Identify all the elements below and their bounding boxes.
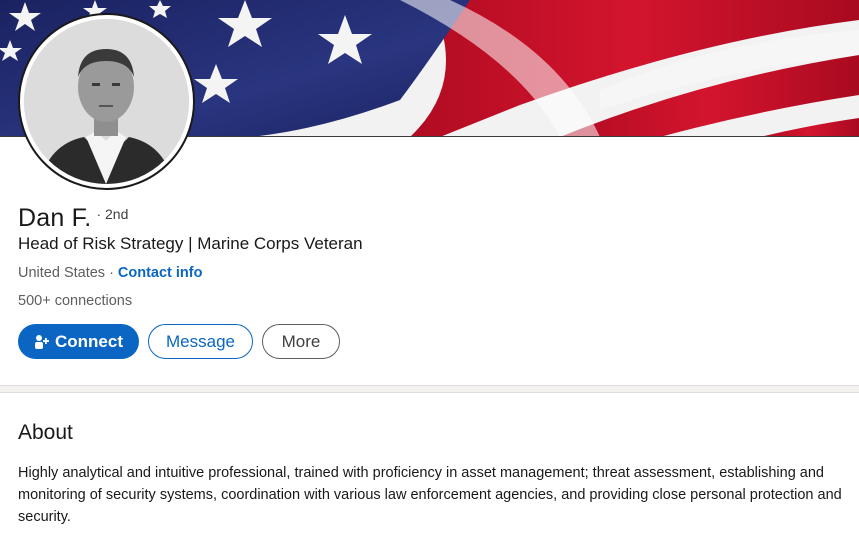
message-button-label: Message [166, 331, 235, 351]
name-row: Dan F. · 2nd [18, 204, 128, 233]
section-divider [0, 385, 859, 393]
connect-button-label: Connect [55, 331, 123, 351]
connection-degree: · 2nd [96, 206, 129, 222]
profile-name: Dan F. [18, 204, 92, 232]
profile-photo[interactable] [18, 13, 195, 190]
more-button-label: More [281, 331, 321, 351]
profile-photo-image [24, 19, 189, 184]
connections-count: 500+ connections [18, 293, 133, 309]
profile-headline: Head of Risk Strategy | Marine Corps Vet… [18, 234, 363, 253]
contact-info-link[interactable]: Contact info [118, 265, 203, 281]
about-section: About Highly analytical and intuitive pr… [0, 393, 859, 549]
message-button[interactable]: Message [148, 324, 253, 359]
profile-actions: Connect Message More [18, 324, 340, 359]
about-text: Highly analytical and intuitive professi… [18, 465, 842, 525]
more-button[interactable]: More [262, 324, 340, 359]
profile-location: United States [18, 265, 106, 281]
location-separator: · [109, 265, 114, 281]
about-title: About [18, 421, 73, 444]
add-person-icon [34, 334, 50, 350]
connect-button[interactable]: Connect [18, 324, 139, 359]
location-row: United States · Contact info [18, 265, 202, 281]
person-portrait-icon [24, 19, 189, 184]
